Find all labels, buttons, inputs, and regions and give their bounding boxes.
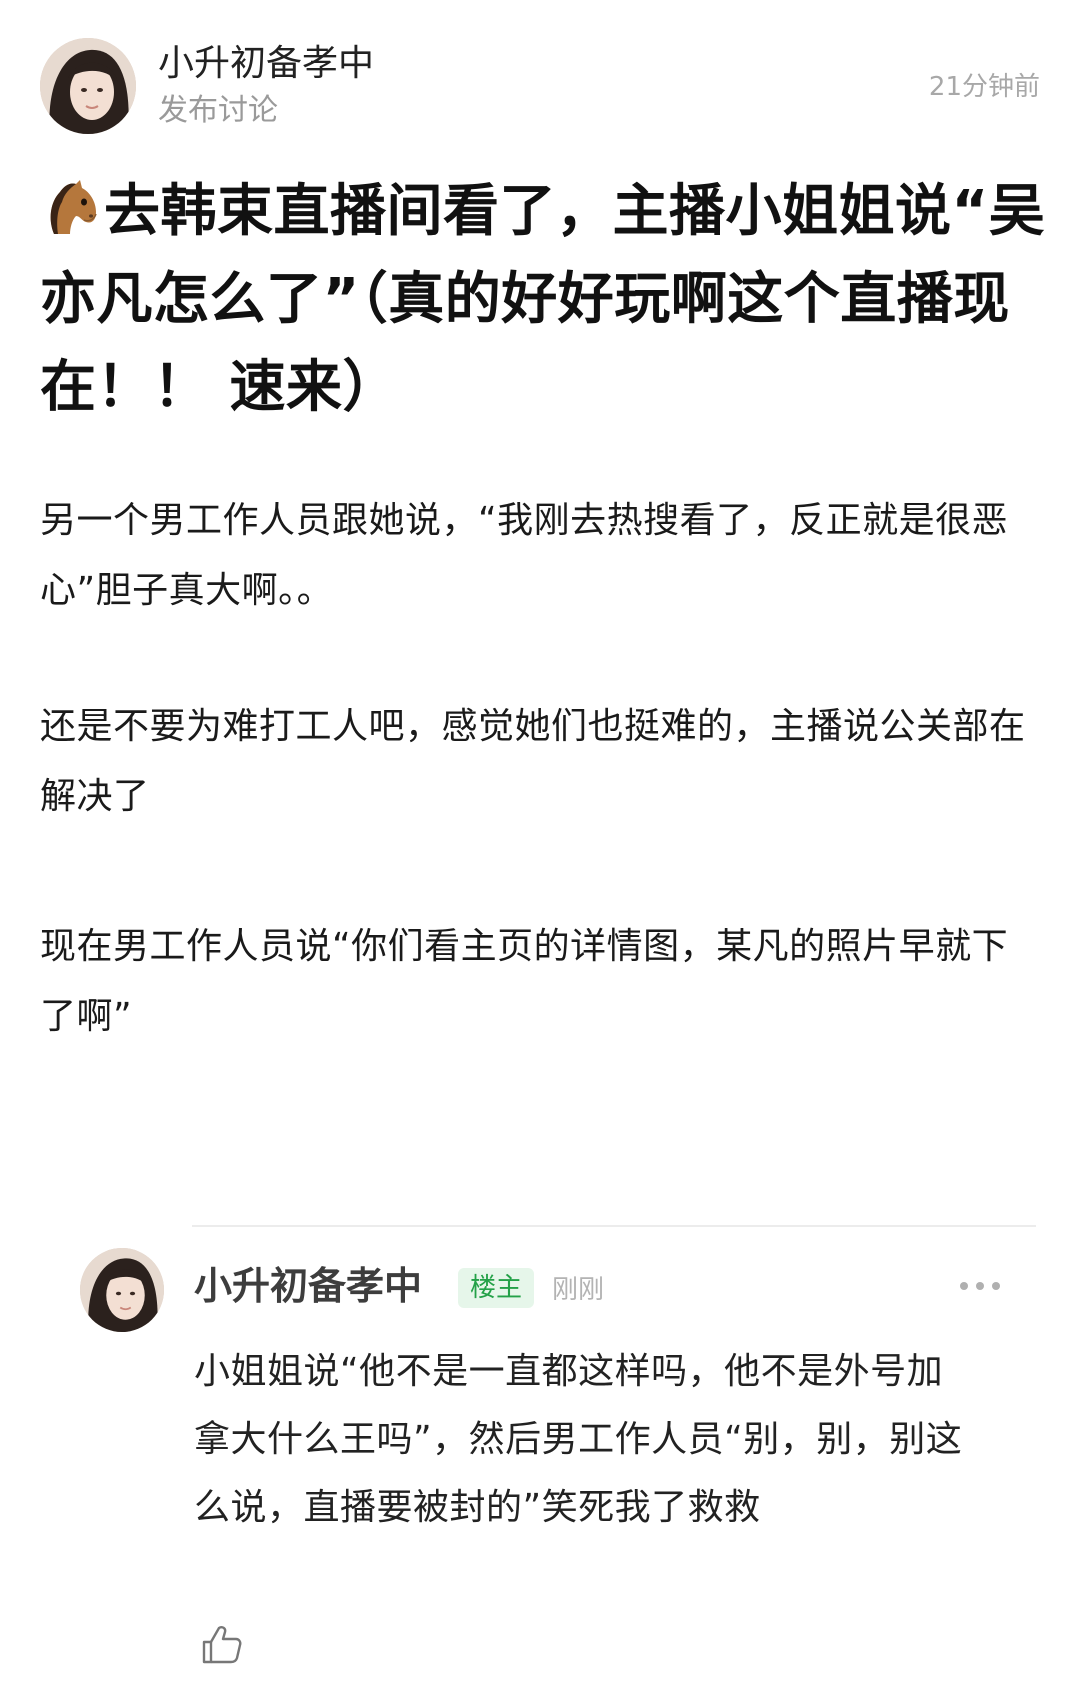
post-header: 小升初备孝中 发布讨论 21分钟前 <box>40 36 1040 136</box>
post-title-text: 去韩束直播间看了，主播小姐姐说“吴亦凡怎么了”（真的好好玩啊这个直播现在！！ 速… <box>40 179 1046 420</box>
reply-timestamp: 刚刚 <box>552 1275 605 1305</box>
post-type-label: 发布讨论 <box>158 93 278 128</box>
thumbs-up-icon[interactable] <box>200 1622 244 1666</box>
post-title: 去韩束直播间看了，主播小姐姐说“吴亦凡怎么了”（真的好好玩啊这个直播现在！！ 速… <box>40 168 1050 432</box>
reply-item: 小升初备孝中 楼主 刚刚 小姐姐说“他不是一直都这样吗，他不是外号加拿大什么王吗… <box>80 1248 1040 1688</box>
reply-text: 小姐姐说“他不是一直都这样吗，他不是外号加拿大什么王吗”，然后男工作人员“别，别… <box>194 1351 963 1528</box>
post-paragraph: 另一个男工作人员跟她说，“我刚去热搜看了，反正就是很恶心”胆子真大啊。。 <box>40 500 1009 611</box>
owner-badge: 楼主 <box>458 1268 535 1308</box>
horse-face-icon <box>40 174 100 234</box>
reply-author-avatar[interactable] <box>80 1248 164 1332</box>
author-avatar[interactable] <box>40 38 136 134</box>
reply-divider <box>192 1225 1036 1227</box>
post-paragraph: 现在男工作人员说“你们看主页的详情图，某凡的照片早就下了啊” <box>40 926 1009 1037</box>
more-dots-icon[interactable] <box>956 1278 1004 1294</box>
post-paragraph: 还是不要为难打工人吧，感觉她们也挺难的，主播说公关部在解决了 <box>40 706 1026 817</box>
author-name[interactable]: 小升初备孝中 <box>158 42 374 86</box>
post-timestamp: 21分钟前 <box>928 72 1040 102</box>
reply-author-name[interactable]: 小升初备孝中 <box>194 1262 422 1310</box>
